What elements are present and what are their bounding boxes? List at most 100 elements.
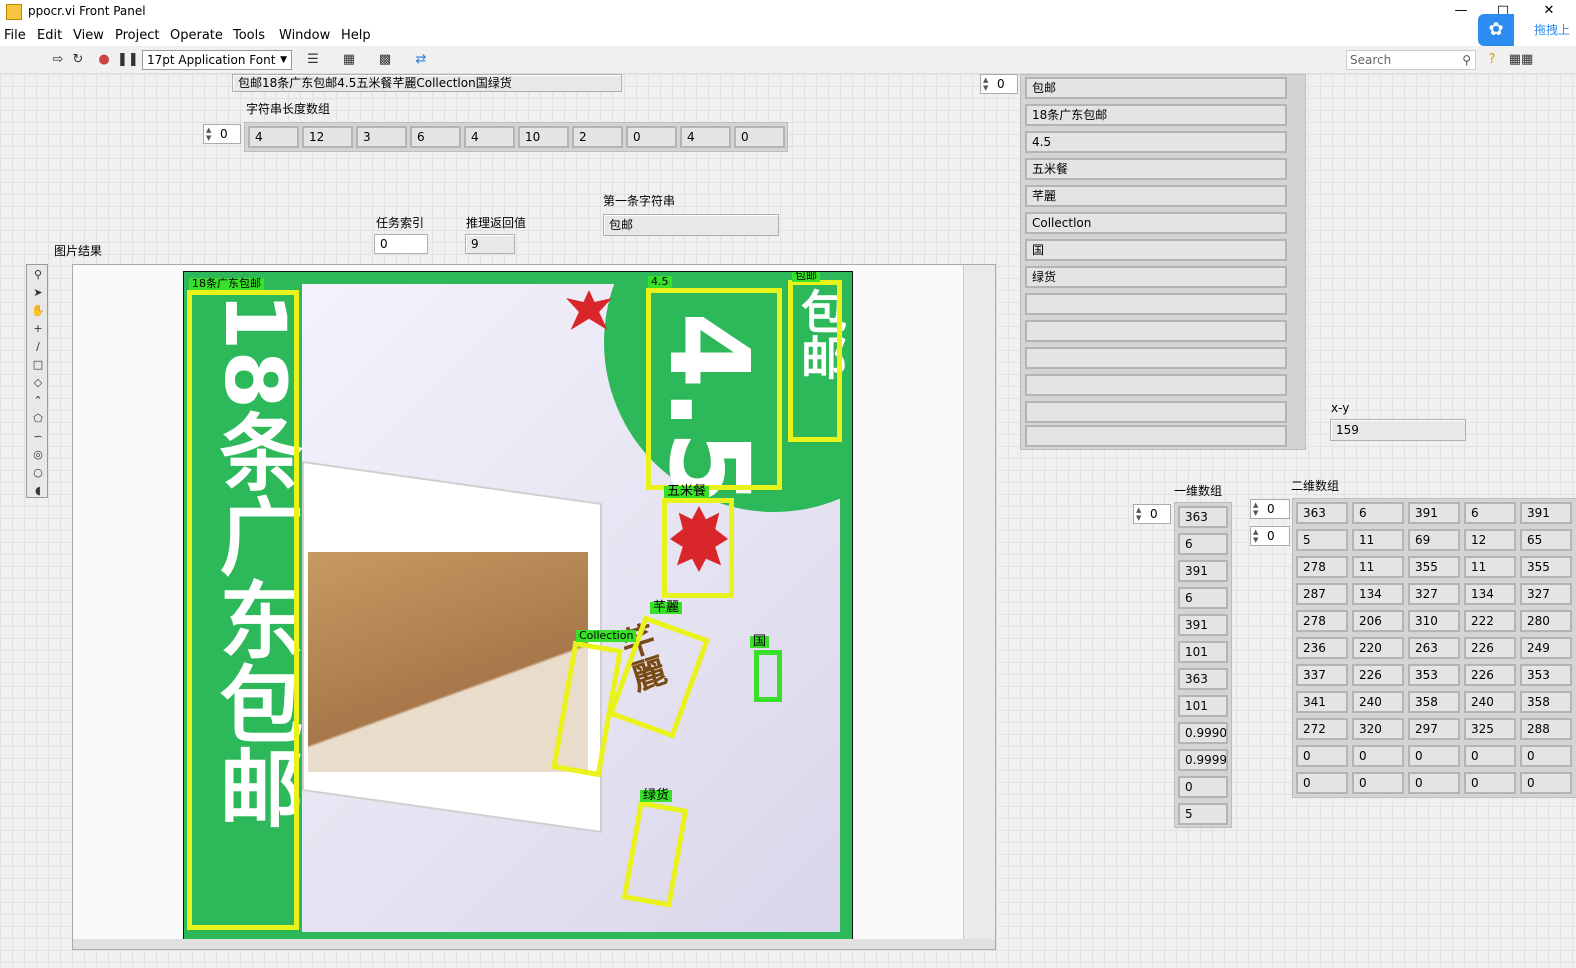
- array-2d-label: 二维数组: [1291, 479, 1340, 493]
- array-element: 4: [248, 126, 299, 148]
- menu-project[interactable]: Project: [115, 28, 159, 43]
- detection-label: 芊麗: [650, 601, 683, 614]
- connector-pane-icon[interactable]: ▦▦: [1506, 52, 1536, 68]
- annulus-tool-icon[interactable]: ◎: [30, 447, 46, 463]
- infer-return-indicator: 9: [465, 234, 515, 254]
- run-arrow-icon[interactable]: ⇨: [50, 52, 66, 68]
- oval-tool-icon[interactable]: ○: [30, 465, 46, 481]
- array-2d: 363 6 391 6 391 5 11 69 12 65 278 11 355 11 355 287 134 3…: [1292, 498, 1576, 798]
- array-2d-row-index[interactable]: ▲ ▼ 0: [1250, 499, 1290, 519]
- array-2d-element: 65: [1520, 529, 1572, 551]
- pause-icon[interactable]: ❚❚: [117, 52, 139, 68]
- rectangle-tool-icon[interactable]: □: [30, 357, 46, 373]
- detection-box: [187, 290, 299, 930]
- string-array-element: 包邮: [1025, 77, 1287, 99]
- menu-view[interactable]: View: [73, 28, 104, 43]
- array-1d-element: 101: [1178, 695, 1228, 717]
- array-2d-element: 278: [1296, 556, 1348, 578]
- spinner-icon: ▲ ▼: [983, 76, 989, 92]
- first-string-indicator: 包邮: [603, 214, 779, 236]
- image-vertical-scrollbar[interactable]: [963, 265, 995, 949]
- baidu-badge-text: 拖拽上: [1514, 14, 1576, 46]
- array-1d-element: 6: [1178, 533, 1228, 555]
- image-horizontal-scrollbar[interactable]: [73, 939, 995, 949]
- array-2d-element: 327: [1408, 583, 1460, 605]
- help-icon[interactable]: ?: [1484, 52, 1500, 68]
- menu-edit[interactable]: Edit: [37, 28, 62, 43]
- array-2d-element: 236: [1296, 637, 1348, 659]
- point-tool-icon[interactable]: +: [30, 321, 46, 337]
- array-2d-element: 0: [1520, 772, 1572, 794]
- freehand-tool-icon[interactable]: ∽: [30, 429, 46, 445]
- baidu-upload-badge[interactable]: ✿ 拖拽上: [1478, 14, 1576, 46]
- array-element: 6: [410, 126, 461, 148]
- menu-tools[interactable]: Tools: [233, 28, 265, 43]
- detection-box: [788, 280, 842, 442]
- array-1d: 363 6 391 6 391 101 363 101 0.99905 0.99…: [1174, 502, 1232, 828]
- array-2d-element: 249: [1520, 637, 1572, 659]
- array-element: 10: [518, 126, 569, 148]
- string-array-index[interactable]: ▲ ▼ 0: [980, 74, 1018, 94]
- array-2d-col-index[interactable]: ▲ ▼ 0: [1250, 526, 1290, 546]
- array-1d-index[interactable]: ▲ ▼ 0: [1133, 504, 1171, 524]
- string-array-element: [1025, 293, 1287, 315]
- array-2d-element: 391: [1408, 502, 1460, 524]
- string-array-element: 18条广东包邮: [1025, 104, 1287, 126]
- menu-operate[interactable]: Operate: [170, 28, 223, 43]
- first-string-label: 第一条字符串: [603, 194, 676, 208]
- array-2d-element: 0: [1352, 772, 1404, 794]
- spinner-icon: ▲ ▼: [1253, 501, 1259, 517]
- array-2d-element: 6: [1352, 502, 1404, 524]
- line-tool-icon[interactable]: ∕: [30, 339, 46, 355]
- string-array-element: 4.5: [1025, 131, 1287, 153]
- array-2d-element: 0: [1408, 772, 1460, 794]
- font-select[interactable]: 17pt Application Font ▼: [142, 50, 292, 70]
- array-2d-element: 288: [1520, 718, 1572, 740]
- detection-label: Collection: [576, 630, 637, 642]
- array-1d-element: 6: [1178, 587, 1228, 609]
- polyline-tool-icon[interactable]: ⌃: [30, 393, 46, 409]
- detection-box: [646, 288, 782, 490]
- reorder-icon[interactable]: ⇄: [410, 52, 432, 68]
- pointer-icon[interactable]: ➤: [30, 285, 46, 301]
- string-array-element: 国: [1025, 239, 1287, 261]
- detection-label: 4.5: [648, 276, 672, 288]
- task-index-label: 任务索引: [376, 216, 425, 230]
- run-continuously-icon[interactable]: ↻: [70, 52, 86, 68]
- array-2d-element: 240: [1464, 691, 1516, 713]
- array-2d-element: 297: [1408, 718, 1460, 740]
- rotated-rectangle-tool-icon[interactable]: ◇: [30, 375, 46, 391]
- menu-help[interactable]: Help: [341, 28, 371, 43]
- pan-hand-icon[interactable]: ✋: [30, 303, 46, 319]
- array-1d-element: 391: [1178, 560, 1228, 582]
- array-element: 12: [302, 126, 353, 148]
- array-1d-element: 0.99999: [1178, 749, 1228, 771]
- arc-tool-icon[interactable]: ◖: [30, 483, 46, 499]
- string-length-array-index[interactable]: ▲ ▼ 0: [203, 124, 241, 144]
- zoom-icon[interactable]: ⚲: [30, 267, 46, 283]
- distribute-objects-icon[interactable]: ▦: [338, 52, 360, 68]
- array-1d-element: 101: [1178, 641, 1228, 663]
- task-index-control[interactable]: 0: [374, 234, 428, 254]
- infer-return-label: 推理返回值: [466, 216, 527, 230]
- resize-objects-icon[interactable]: ▩: [374, 52, 396, 68]
- image-result-display[interactable]: 18条广东包邮 4.5 包邮 芊麗 18条广东包邮 4.5 包邮 五米餐 芊麗 …: [72, 264, 996, 950]
- concat-string-indicator: 包邮18条广东包邮4.5五米餐芊麗Collectlon国绿货: [232, 74, 622, 92]
- menu-file[interactable]: File: [4, 28, 26, 43]
- array-2d-element: 11: [1352, 529, 1404, 551]
- array-element: 4: [464, 126, 515, 148]
- array-2d-element: 240: [1352, 691, 1404, 713]
- menu-window[interactable]: Window: [279, 28, 330, 43]
- image-tool-palette: ⚲ ➤ ✋ + ∕ □ ◇ ⌃ ⬠ ∽ ◎ ○ ◖: [26, 264, 48, 498]
- align-objects-icon[interactable]: ☰: [302, 52, 324, 68]
- array-1d-element: 0: [1178, 776, 1228, 798]
- array-2d-element: 0: [1352, 745, 1404, 767]
- array-1d-label: 一维数组: [1174, 484, 1223, 498]
- array-2d-element: 337: [1296, 664, 1348, 686]
- array-2d-element: 358: [1408, 691, 1460, 713]
- array-2d-element: 0: [1296, 772, 1348, 794]
- search-input[interactable]: Search ⚲: [1346, 50, 1476, 70]
- abort-icon[interactable]: ●: [96, 52, 112, 68]
- polygon-tool-icon[interactable]: ⬠: [30, 411, 46, 427]
- minimize-button[interactable]: —: [1446, 2, 1476, 20]
